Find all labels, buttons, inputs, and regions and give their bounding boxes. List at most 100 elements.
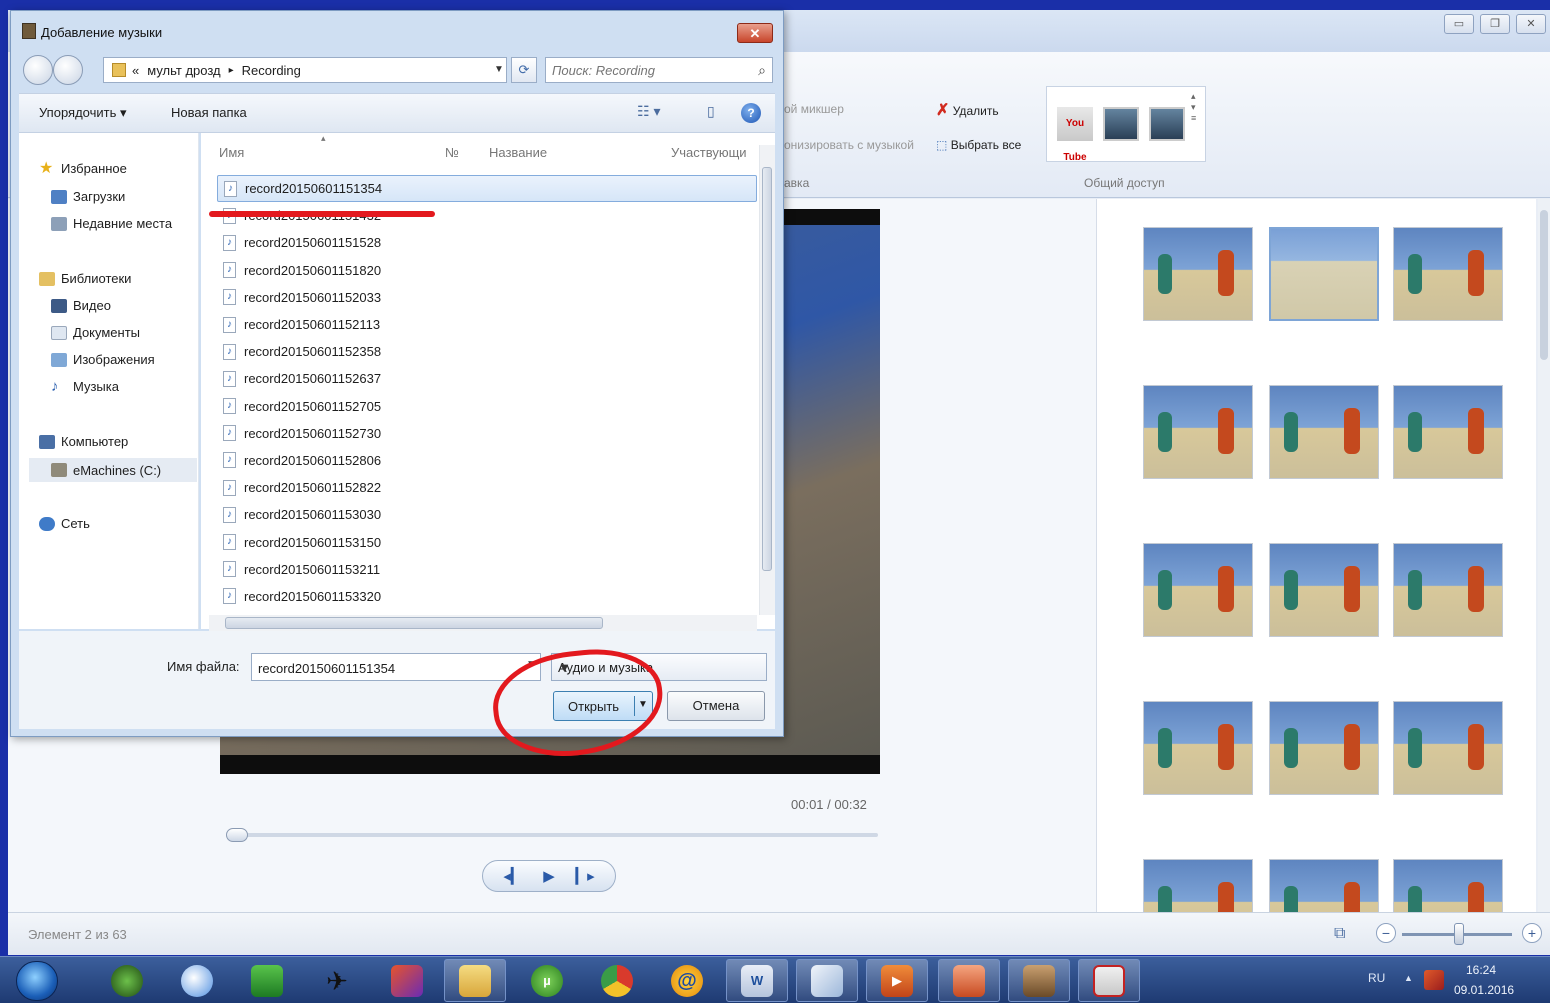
aspect-ratio-icon[interactable]: ⧉ xyxy=(1334,925,1345,943)
monitor-share-icon[interactable] xyxy=(1103,107,1139,141)
file-row[interactable]: ♪ record20150601152033 xyxy=(217,284,757,311)
file-row[interactable]: ♪ record20150601152113 xyxy=(217,311,757,338)
storyboard-thumbnail[interactable] xyxy=(1143,227,1253,321)
seek-track[interactable] xyxy=(230,833,878,837)
taskbar-app-1[interactable] xyxy=(96,959,158,1002)
ribbon-sync-music-button[interactable]: онизировать с музыкой xyxy=(784,138,914,152)
nav-network[interactable]: Сеть xyxy=(39,516,90,531)
breadcrumb-current[interactable]: Recording xyxy=(242,63,301,78)
ribbon-delete-button[interactable]: ✗ Удалить xyxy=(936,100,999,120)
nav-video[interactable]: Видео xyxy=(51,298,111,313)
file-list-vertical-scroll-thumb[interactable] xyxy=(762,167,772,571)
taskbar-utorrent[interactable]: µ xyxy=(516,959,578,1002)
new-folder-button[interactable]: Новая папка xyxy=(171,105,247,120)
maximize-button[interactable]: ❐ xyxy=(1480,14,1510,34)
cancel-button[interactable]: Отмена xyxy=(667,691,765,721)
file-type-dropdown-icon[interactable]: ▼ xyxy=(558,660,760,675)
organize-button[interactable]: Упорядочить ▾ xyxy=(39,105,127,121)
address-bar[interactable]: « мульт дрозд ▸ Recording xyxy=(103,57,507,83)
search-box[interactable]: ⌕ xyxy=(545,57,773,83)
search-icon[interactable]: ⌕ xyxy=(758,62,766,79)
start-button[interactable] xyxy=(16,961,58,1001)
storyboard-thumbnail[interactable] xyxy=(1393,701,1503,795)
file-row[interactable]: ♪ record20150601152822 xyxy=(217,474,757,501)
zoom-out-button[interactable]: − xyxy=(1376,923,1396,943)
taskbar-player[interactable]: ▶ xyxy=(866,959,928,1002)
storyboard-thumbnail[interactable] xyxy=(1393,859,1503,912)
file-type-filter[interactable]: Аудио и музыка ▼ xyxy=(551,653,767,681)
nav-favorites[interactable]: ★ Избранное xyxy=(39,160,127,176)
storyboard-thumbnail[interactable] xyxy=(1143,385,1253,479)
zoom-slider-knob[interactable] xyxy=(1454,923,1464,945)
file-row[interactable]: ♪ record20150601151354 xyxy=(217,175,757,203)
minimize-button[interactable]: ▭ xyxy=(1444,14,1474,34)
taskbar-mail[interactable]: @ xyxy=(656,959,718,1002)
preview-pane-icon[interactable]: ▯ xyxy=(707,103,715,120)
storyboard-thumbnail[interactable] xyxy=(1393,543,1503,637)
zoom-in-button[interactable]: + xyxy=(1522,923,1542,943)
storyboard-thumbnail[interactable] xyxy=(1269,859,1379,912)
file-row[interactable]: ♪ record20150601153030 xyxy=(217,501,757,528)
filename-combobox[interactable]: ▼ xyxy=(251,653,541,681)
close-app-button[interactable]: ✕ xyxy=(1516,14,1546,34)
play-button[interactable]: ▶ xyxy=(543,867,555,885)
nav-music[interactable]: ♪ Музыка xyxy=(51,379,119,395)
column-title[interactable]: Название xyxy=(489,145,547,160)
ribbon-select-all-button[interactable]: ⬚ Выбрать все xyxy=(936,138,1021,152)
nav-downloads[interactable]: Загрузки xyxy=(51,189,125,204)
forward-button[interactable] xyxy=(53,55,83,85)
seek-knob[interactable] xyxy=(226,828,248,842)
taskbar-movie-maker[interactable] xyxy=(1008,959,1070,1002)
taskbar-app-4[interactable]: ✈ xyxy=(306,959,368,1002)
file-row[interactable]: ♪ record20150601152358 xyxy=(217,338,757,365)
storyboard-thumbnail[interactable] xyxy=(1143,701,1253,795)
taskbar-pdf[interactable] xyxy=(1078,959,1140,1002)
next-frame-button[interactable]: ▎▸ xyxy=(576,867,595,885)
language-indicator[interactable]: RU xyxy=(1368,971,1385,985)
monitor-hd-share-icon[interactable] xyxy=(1149,107,1185,141)
network-tray-icon[interactable] xyxy=(1424,970,1444,990)
file-row[interactable]: ♪ record20150601152705 xyxy=(217,393,757,420)
storyboard-scroll-thumb[interactable] xyxy=(1540,210,1548,360)
file-row[interactable]: ♪ record20150601153320 xyxy=(217,583,757,610)
address-root-chevron[interactable]: « xyxy=(132,63,139,78)
tray-expand-icon[interactable]: ▲ xyxy=(1404,973,1413,983)
refresh-button[interactable]: ⟳ xyxy=(511,57,537,83)
breadcrumb-separator-icon[interactable]: ▸ xyxy=(229,65,234,76)
taskbar-explorer[interactable] xyxy=(444,959,506,1002)
open-dropdown-icon[interactable]: ▼ xyxy=(638,699,648,710)
file-row[interactable]: ♪ record20150601151528 xyxy=(217,229,757,256)
breadcrumb-parent[interactable]: мульт дрозд xyxy=(147,63,220,78)
column-number[interactable]: № xyxy=(445,145,459,160)
youtube-share-icon[interactable]: You Tube xyxy=(1057,107,1093,163)
previous-frame-button[interactable]: ◂▎ xyxy=(503,867,522,885)
clock-date[interactable]: 09.01.2016 xyxy=(1454,983,1514,997)
nav-documents[interactable]: Документы xyxy=(51,325,140,340)
file-row[interactable]: ♪ record20150601153150 xyxy=(217,528,757,555)
ribbon-mixer-button[interactable]: ой микшер xyxy=(784,102,844,116)
storyboard-thumbnail[interactable] xyxy=(1393,227,1503,321)
dialog-close-button[interactable]: ✕ xyxy=(737,23,773,43)
filename-dropdown-icon[interactable]: ▼ xyxy=(526,659,536,670)
storyboard-thumbnail[interactable] xyxy=(1143,859,1253,912)
taskbar-app-2[interactable] xyxy=(166,959,228,1002)
storyboard-thumbnail[interactable] xyxy=(1393,385,1503,479)
clock-time[interactable]: 16:24 xyxy=(1466,963,1496,977)
file-row[interactable]: ♪ record20150601152637 xyxy=(217,365,757,392)
address-dropdown-icon[interactable]: ▼ xyxy=(491,57,507,83)
nav-computer[interactable]: Компьютер xyxy=(39,434,128,449)
storyboard-thumbnail[interactable] xyxy=(1269,227,1379,321)
column-artists[interactable]: Участвующи xyxy=(671,145,747,160)
nav-images[interactable]: Изображения xyxy=(51,352,155,367)
view-options-icon[interactable]: ☷ ▾ xyxy=(637,103,660,120)
filename-input[interactable] xyxy=(258,659,498,677)
back-button[interactable] xyxy=(23,55,53,85)
file-row[interactable]: ♪ record20150601152806 xyxy=(217,447,757,474)
file-list-horizontal-scroll-thumb[interactable] xyxy=(225,617,603,629)
taskbar-powerpoint[interactable] xyxy=(938,959,1000,1002)
file-row[interactable]: ♪ record20150601152730 xyxy=(217,420,757,447)
gallery-more-icon[interactable]: ▴ ▾ ≡ xyxy=(1191,91,1196,123)
nav-recent-places[interactable]: Недавние места xyxy=(51,216,172,231)
taskbar-word[interactable]: W xyxy=(726,959,788,1002)
taskbar-app-5[interactable] xyxy=(376,959,438,1002)
